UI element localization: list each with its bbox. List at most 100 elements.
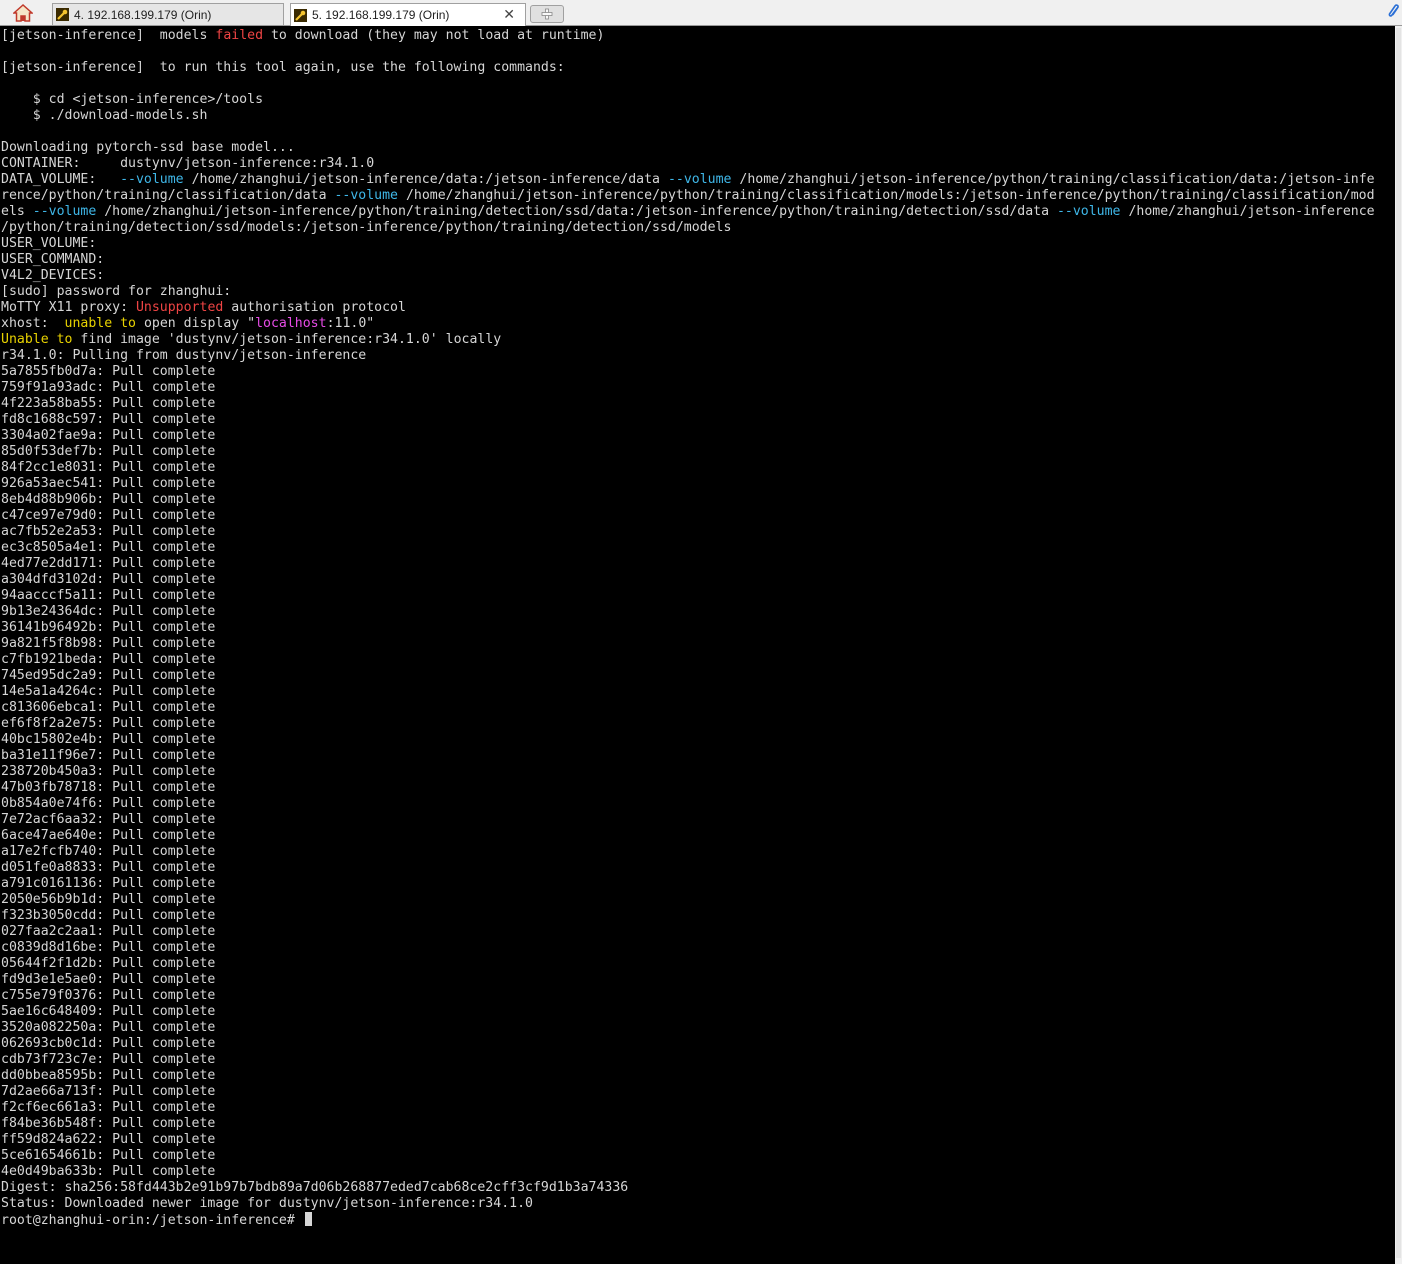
terminal-segment: f84be36b548f: Pull complete	[1, 1116, 216, 1131]
terminal-line: 9b13e24364dc: Pull complete	[1, 604, 1375, 620]
terminal-segment: failed	[215, 28, 264, 43]
terminal-segment: /home/zhanghui/jetson-inference/python/t…	[398, 188, 1375, 203]
terminal-segment: 47b03fb78718: Pull complete	[1, 780, 216, 795]
tab-session-5[interactable]: 5. 192.168.199.179 (Orin) ✕	[290, 3, 526, 26]
terminal-line: f84be36b548f: Pull complete	[1, 1116, 1375, 1132]
terminal-segment: /python/training/detection/ssd/models:/j…	[1, 220, 732, 235]
terminal-line: [jetson-inference] to run this tool agai…	[1, 60, 1375, 76]
terminal-line: 05644f2f1d2b: Pull complete	[1, 956, 1375, 972]
terminal-segment: ef6f8f2a2e75: Pull complete	[1, 716, 216, 731]
terminal-line: Digest: sha256:58fd443b2e91b97b7bdb89a7d…	[1, 1180, 1375, 1196]
terminal-segment: f323b3050cdd: Pull complete	[1, 908, 216, 923]
terminal-line: 84f2cc1e8031: Pull complete	[1, 460, 1375, 476]
terminal-segment: 7e72acf6aa32: Pull complete	[1, 812, 216, 827]
terminal-line: $ ./download-models.sh	[1, 108, 1375, 124]
terminal-segment: xhost:	[1, 316, 65, 331]
terminal-segment: [jetson-inference] models	[1, 28, 216, 43]
terminal-line: 5ae16c648409: Pull complete	[1, 1004, 1375, 1020]
terminal-line: Unable to find image 'dustynv/jetson-inf…	[1, 332, 1375, 348]
terminal-line: 4e0d49ba633b: Pull complete	[1, 1164, 1375, 1180]
terminal-segment: 4f223a58ba55: Pull complete	[1, 396, 216, 411]
tab-bar: 4. 192.168.199.179 (Orin) 5. 192.168.199…	[0, 0, 1402, 26]
command-prompt[interactable]: root@zhanghui-orin:/jetson-inference#	[1, 1212, 1375, 1228]
terminal-segment: d051fe0a8833: Pull complete	[1, 860, 216, 875]
terminal-line: 7d2ae66a713f: Pull complete	[1, 1084, 1375, 1100]
terminal-line: rence/python/training/classification/dat…	[1, 188, 1375, 204]
terminal-segment: ec3c8505a4e1: Pull complete	[1, 540, 216, 555]
terminal-segment: authorisation protocol	[223, 300, 406, 315]
terminal-line: MoTTY X11 proxy: Unsupported authorisati…	[1, 300, 1375, 316]
terminal-segment: ac7fb52e2a53: Pull complete	[1, 524, 216, 539]
close-icon[interactable]: ✕	[503, 6, 515, 23]
terminal-line: 3304a02fae9a: Pull complete	[1, 428, 1375, 444]
terminal-segment: /home/zhanghui/jetson-inference/python/t…	[731, 172, 1375, 187]
paperclip-icon	[1388, 4, 1399, 17]
terminal-segment: 5a7855fb0d7a: Pull complete	[1, 364, 216, 379]
terminal-segment: c7fb1921beda: Pull complete	[1, 652, 216, 667]
home-button[interactable]	[6, 2, 40, 23]
terminal-line: fd9d3e1e5ae0: Pull complete	[1, 972, 1375, 988]
terminal-segment: USER_COMMAND:	[1, 252, 105, 267]
terminal-segment: 14e5a1a4264c: Pull complete	[1, 684, 216, 699]
terminal-segment: Unsupported	[135, 300, 224, 315]
terminal-segment: 745ed95dc2a9: Pull complete	[1, 668, 216, 683]
terminal-line: c47ce97e79d0: Pull complete	[1, 508, 1375, 524]
terminal-segment: 5ce61654661b: Pull complete	[1, 1148, 216, 1163]
terminal-line: 5a7855fb0d7a: Pull complete	[1, 364, 1375, 380]
terminal-segment: cdb73f723c7e: Pull complete	[1, 1052, 216, 1067]
terminal-segment: 05644f2f1d2b: Pull complete	[1, 956, 216, 971]
tab-session-4[interactable]: 4. 192.168.199.179 (Orin)	[52, 3, 284, 25]
terminal-line: [sudo] password for zhanghui:	[1, 284, 1375, 300]
terminal-line: V4L2_DEVICES:	[1, 268, 1375, 284]
terminal-segment: f2cf6ec661a3: Pull complete	[1, 1100, 216, 1115]
terminal-line: a791c0161136: Pull complete	[1, 876, 1375, 892]
terminal-line: fd8c1688c597: Pull complete	[1, 412, 1375, 428]
terminal-line: DATA_VOLUME: --volume /home/zhanghui/jet…	[1, 172, 1375, 188]
terminal-segment: to download (they may not load at runtim…	[263, 28, 605, 43]
terminal-line: 47b03fb78718: Pull complete	[1, 780, 1375, 796]
terminal-output[interactable]: [jetson-inference] models failed to down…	[0, 26, 1395, 1264]
new-tab-button[interactable]	[530, 5, 564, 23]
terminal-segment: 3520a082250a: Pull complete	[1, 1020, 216, 1035]
terminal-segment: 9b13e24364dc: Pull complete	[1, 604, 216, 619]
tab-label: 4. 192.168.199.179 (Orin)	[74, 7, 212, 22]
terminal-segment: fd8c1688c597: Pull complete	[1, 412, 216, 427]
terminal-segment: 84f2cc1e8031: Pull complete	[1, 460, 216, 475]
terminal-segment: 36141b96492b: Pull complete	[1, 620, 216, 635]
terminal-line: ec3c8505a4e1: Pull complete	[1, 540, 1375, 556]
terminal-line: 8eb4d88b906b: Pull complete	[1, 492, 1375, 508]
terminal-line: ac7fb52e2a53: Pull complete	[1, 524, 1375, 540]
attach-button[interactable]	[1386, 3, 1402, 21]
terminal-line: c755e79f0376: Pull complete	[1, 988, 1375, 1004]
vertical-scrollbar[interactable]	[1395, 26, 1402, 1264]
tab-label: 5. 192.168.199.179 (Orin)	[312, 8, 450, 22]
terminal-segment: 8eb4d88b906b: Pull complete	[1, 492, 216, 507]
terminal-line: 6ace47ae640e: Pull complete	[1, 828, 1375, 844]
wrench-icon	[294, 8, 307, 22]
terminal-line: 027faa2c2aa1: Pull complete	[1, 924, 1375, 940]
terminal-segment: DATA_VOLUME:	[1, 172, 121, 187]
terminal-line: 062693cb0c1d: Pull complete	[1, 1036, 1375, 1052]
terminal-segment: rence/python/training/classification/dat…	[1, 188, 335, 203]
terminal-segment: c755e79f0376: Pull complete	[1, 988, 216, 1003]
terminal-line: USER_COMMAND:	[1, 252, 1375, 268]
terminal-line: ef6f8f2a2e75: Pull complete	[1, 716, 1375, 732]
terminal-line: 759f91a93adc: Pull complete	[1, 380, 1375, 396]
scrollbar-thumb[interactable]	[1396, 28, 1401, 1258]
terminal-line: 2050e56b9b1d: Pull complete	[1, 892, 1375, 908]
terminal-line: 926a53aec541: Pull complete	[1, 476, 1375, 492]
terminal-segment: :11.0"	[326, 316, 375, 331]
terminal-line: a17e2fcfb740: Pull complete	[1, 844, 1375, 860]
terminal-line: ff59d824a622: Pull complete	[1, 1132, 1375, 1148]
terminal-line: /python/training/detection/ssd/models:/j…	[1, 220, 1375, 236]
terminal-line: d051fe0a8833: Pull complete	[1, 860, 1375, 876]
terminal-segment: dd0bbea8595b: Pull complete	[1, 1068, 216, 1083]
terminal-segment: /home/zhanghui/jetson-inference/python/t…	[96, 204, 1057, 219]
terminal-segment: els	[1, 204, 33, 219]
terminal-segment: localhost	[255, 316, 327, 331]
terminal-line: 94aacccf5a11: Pull complete	[1, 588, 1375, 604]
prompt-text: root@zhanghui-orin:/jetson-inference#	[1, 1213, 303, 1228]
terminal-segment: 85d0f53def7b: Pull complete	[1, 444, 216, 459]
terminal-segment: ba31e11f96e7: Pull complete	[1, 748, 216, 763]
terminal-segment: /home/zhanghui/jetson-inference/data:/je…	[183, 172, 668, 187]
